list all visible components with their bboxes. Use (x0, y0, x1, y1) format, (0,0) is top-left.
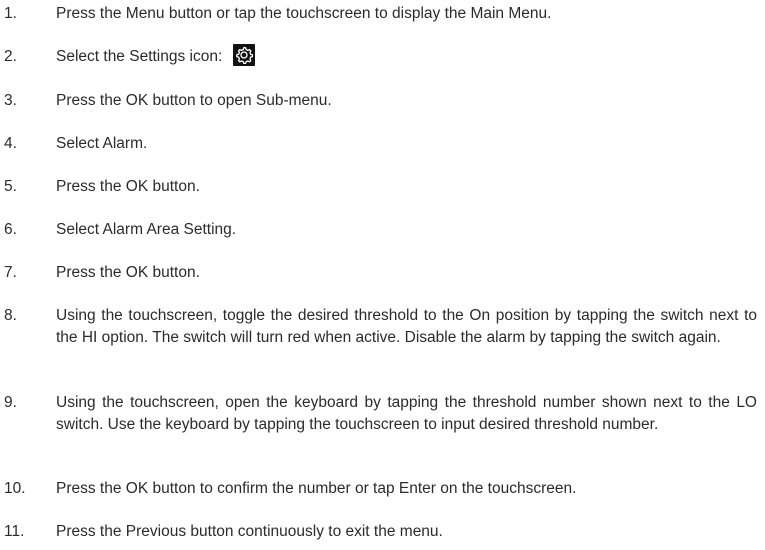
step-number: 5. (4, 178, 17, 195)
step-number: 10. (4, 480, 26, 497)
step-text: Press the Previous button continuously t… (56, 523, 443, 540)
step-text: Using the touchscreen, toggle the desire… (56, 307, 757, 346)
step-text-container: Select the Settings icon: (56, 44, 757, 68)
step-text: Press the OK button. (56, 178, 200, 195)
step-number: 7. (4, 264, 17, 281)
instruction-list: 1. Press the Menu button or tap the touc… (0, 0, 765, 550)
step-text: Press the OK button. (56, 264, 200, 281)
step-text: Press the Menu button or tap the touchsc… (56, 5, 552, 22)
step-number: 2. (4, 48, 17, 65)
step-text: Select the Settings icon: (56, 48, 223, 65)
step-text: Select Alarm Area Setting. (56, 221, 237, 238)
step-number: 11. (4, 523, 25, 540)
step-text: Using the touchscreen, open the keyboard… (56, 394, 757, 433)
step-number: 9. (4, 394, 17, 411)
gear-icon (232, 44, 255, 67)
step-number: 8. (4, 307, 17, 324)
step-number: 6. (4, 221, 17, 238)
step-number: 3. (4, 92, 17, 109)
step-text: Press the OK button to open Sub-menu. (56, 92, 332, 109)
step-number: 4. (4, 135, 17, 152)
step-text: Select Alarm. (56, 135, 148, 152)
step-number: 1. (4, 5, 17, 22)
step-text: Press the OK button to confirm the numbe… (56, 480, 577, 497)
